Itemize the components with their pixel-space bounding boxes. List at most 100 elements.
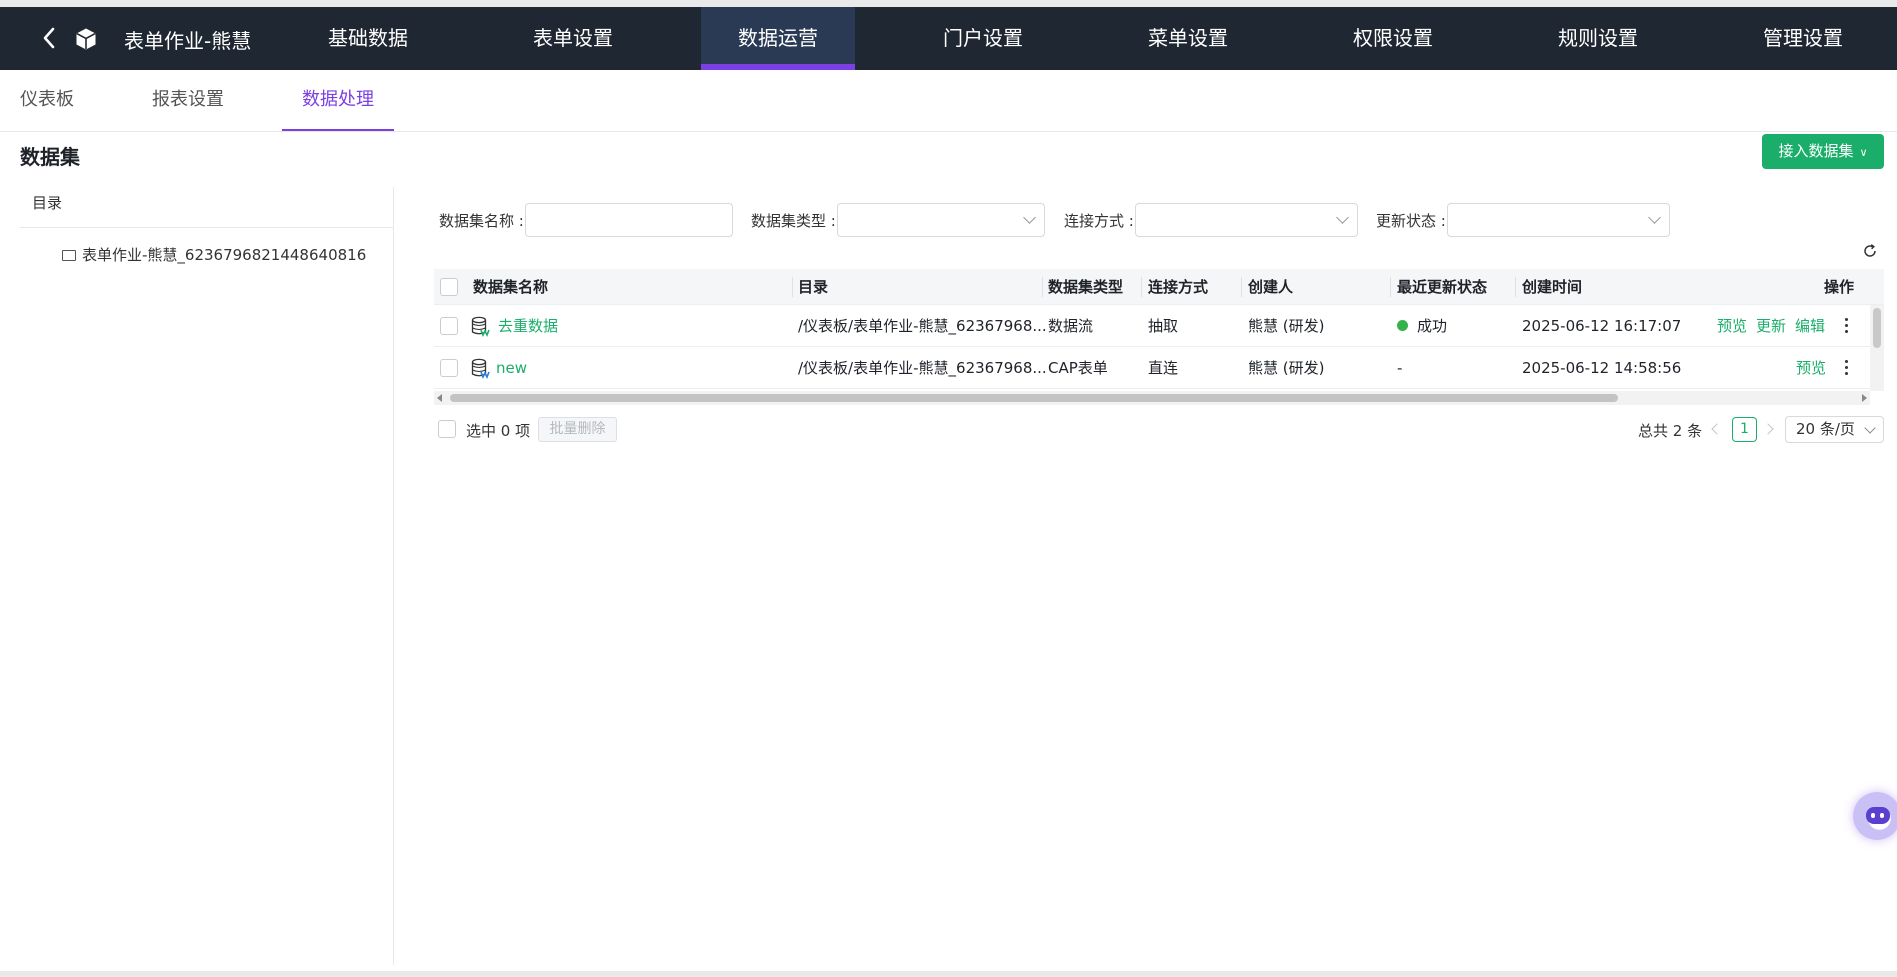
batch-delete-button[interactable]: 批量删除	[538, 417, 617, 442]
column-divider	[1515, 277, 1516, 297]
filter-type-label: 数据集类型 :	[751, 212, 836, 230]
connection-method-select[interactable]	[1135, 203, 1358, 237]
dataset-name-input[interactable]	[525, 203, 733, 237]
column-divider	[1141, 277, 1142, 297]
prev-page-icon[interactable]	[1711, 423, 1723, 435]
import-dataset-label: 接入数据集	[1778, 142, 1854, 160]
cube-logo-icon	[76, 28, 96, 50]
total-count: 总共 2 条	[1638, 422, 1703, 440]
page-size-select[interactable]: 20 条/页	[1785, 416, 1884, 443]
screen: 表单作业-熊慧 基础数据 表单设置 数据运营 门户设置 菜单设置 权限设置 规则…	[0, 0, 1897, 977]
preview-link[interactable]: 预览	[1717, 305, 1747, 347]
subtab-report-settings[interactable]: 报表设置	[152, 70, 224, 131]
scroll-right-arrow-icon[interactable]	[1862, 394, 1867, 402]
nav-tab-menu-settings[interactable]: 菜单设置	[1111, 7, 1265, 70]
page-number-current[interactable]: 1	[1732, 417, 1757, 442]
chevron-down-icon	[1648, 211, 1661, 224]
status-badge: 成功	[1397, 305, 1447, 347]
app-frame: 表单作业-熊慧 基础数据 表单设置 数据运营 门户设置 菜单设置 权限设置 规则…	[0, 7, 1897, 971]
preview-link[interactable]: 预览	[1796, 347, 1826, 389]
dataset-type: CAP表单	[1048, 359, 1108, 377]
filter-name-label: 数据集名称 :	[439, 212, 524, 230]
update-status-select[interactable]	[1447, 203, 1670, 237]
status-text: 成功	[1417, 317, 1448, 335]
dataset-directory: /仪表板/表单作业-熊慧_62367968...	[798, 359, 1047, 377]
import-dataset-button[interactable]: 接入数据集 ∨	[1762, 134, 1884, 169]
filter-connection-label: 连接方式 :	[1064, 212, 1134, 230]
ai-assistant-icon[interactable]	[1853, 792, 1897, 840]
status-success-dot	[1397, 320, 1408, 331]
update-link[interactable]: 更新	[1756, 305, 1786, 347]
row-checkbox[interactable]	[440, 359, 458, 377]
column-divider	[1390, 277, 1391, 297]
table-vertical-scrollbar[interactable]	[1870, 305, 1884, 391]
select-all-checkbox[interactable]	[440, 278, 458, 296]
sub-nav: 仪表板 报表设置 数据处理	[0, 70, 1897, 132]
nav-tab-form-settings[interactable]: 表单设置	[496, 7, 650, 70]
subtab-data-processing[interactable]: 数据处理	[282, 70, 394, 131]
column-divider	[1241, 277, 1242, 297]
next-page-icon[interactable]	[1762, 423, 1774, 435]
dataset-created-time: 2025-06-12 14:58:56	[1522, 359, 1682, 377]
directory-panel: 目录 表单作业-熊慧_6236796821448640816	[20, 187, 394, 965]
table-horizontal-scrollbar[interactable]	[434, 391, 1870, 405]
col-header-name: 数据集名称	[473, 278, 549, 296]
directory-item-label: 表单作业-熊慧_6236796821448640816	[82, 246, 367, 264]
col-header-connection: 连接方式	[1148, 278, 1209, 296]
col-header-last-status: 最近更新状态	[1397, 278, 1488, 296]
row-checkbox[interactable]	[440, 317, 458, 335]
col-header-creator: 创建人	[1248, 278, 1294, 296]
nav-tab-permission-settings[interactable]: 权限设置	[1316, 7, 1470, 70]
directory-item[interactable]: 表单作业-熊慧_6236796821448640816	[62, 244, 366, 265]
subtab-dashboard[interactable]: 仪表板	[20, 70, 74, 131]
dataset-directory: /仪表板/表单作业-熊慧_62367968...	[798, 317, 1047, 335]
page-size-value: 20 条/页	[1796, 420, 1855, 438]
nav-tab-data-operations[interactable]: 数据运营	[701, 7, 855, 70]
refresh-icon[interactable]	[1862, 243, 1878, 259]
page-title: 数据集	[20, 145, 80, 169]
col-header-type: 数据集类型	[1048, 278, 1124, 296]
column-divider	[1042, 277, 1043, 297]
table-row: 去重数据 /仪表板/表单作业-熊慧_62367968... 数据流 抽取 熊慧 …	[434, 305, 1884, 347]
dataset-creator: 熊慧 (研发)	[1248, 359, 1325, 377]
chevron-down-icon	[1864, 422, 1876, 434]
dataflow-dataset-icon	[471, 316, 490, 337]
more-options-icon[interactable]	[1844, 305, 1850, 347]
filter-update-label: 更新状态 :	[1376, 212, 1446, 230]
folder-icon	[62, 250, 76, 261]
dataset-name-link[interactable]: new	[496, 347, 527, 389]
status-text: -	[1397, 359, 1403, 377]
directory-divider	[20, 227, 394, 228]
col-header-created-time: 创建时间	[1522, 278, 1583, 296]
back-arrow-icon[interactable]	[36, 24, 64, 52]
more-options-icon[interactable]	[1844, 347, 1850, 389]
chevron-down-icon	[1336, 211, 1349, 224]
edit-link[interactable]: 编辑	[1795, 305, 1825, 347]
nav-tab-admin-settings[interactable]: 管理设置	[1726, 7, 1880, 70]
selected-count: 选中 0 项	[466, 422, 531, 440]
dataset-type: 数据流	[1048, 317, 1094, 335]
top-nav-bar: 表单作业-熊慧 基础数据 表单设置 数据运营 门户设置 菜单设置 权限设置 规则…	[0, 7, 1897, 70]
table-row: new /仪表板/表单作业-熊慧_62367968... CAP表单 直连 熊慧…	[434, 347, 1884, 389]
dataset-table: 数据集名称 目录 数据集类型 连接方式 创建人 最近更新状态 创建时间 操作 去…	[434, 269, 1884, 391]
dataset-type-select[interactable]	[837, 203, 1045, 237]
footer-select-all-checkbox[interactable]	[438, 420, 456, 438]
col-header-actions: 操作	[1824, 278, 1855, 296]
scrollbar-thumb[interactable]	[450, 394, 1618, 402]
nav-tab-portal-settings[interactable]: 门户设置	[906, 7, 1060, 70]
nav-tab-rule-settings[interactable]: 规则设置	[1521, 7, 1675, 70]
dataset-creator: 熊慧 (研发)	[1248, 317, 1325, 335]
table-header: 数据集名称 目录 数据集类型 连接方式 创建人 最近更新状态 创建时间 操作	[434, 269, 1884, 305]
chevron-down-icon	[1023, 211, 1036, 224]
dataset-name-link[interactable]: 去重数据	[498, 305, 558, 347]
chevron-down-icon: ∨	[1859, 146, 1868, 159]
scrollbar-thumb[interactable]	[1873, 308, 1881, 348]
app-title: 表单作业-熊慧	[124, 29, 252, 53]
dataset-connection: 抽取	[1148, 317, 1179, 335]
scroll-left-arrow-icon[interactable]	[437, 394, 442, 402]
col-header-directory: 目录	[798, 278, 829, 296]
form-dataset-icon	[471, 358, 490, 379]
dataset-connection: 直连	[1148, 359, 1179, 377]
dataset-created-time: 2025-06-12 16:17:07	[1522, 317, 1682, 335]
nav-tab-basic-data[interactable]: 基础数据	[291, 7, 445, 70]
